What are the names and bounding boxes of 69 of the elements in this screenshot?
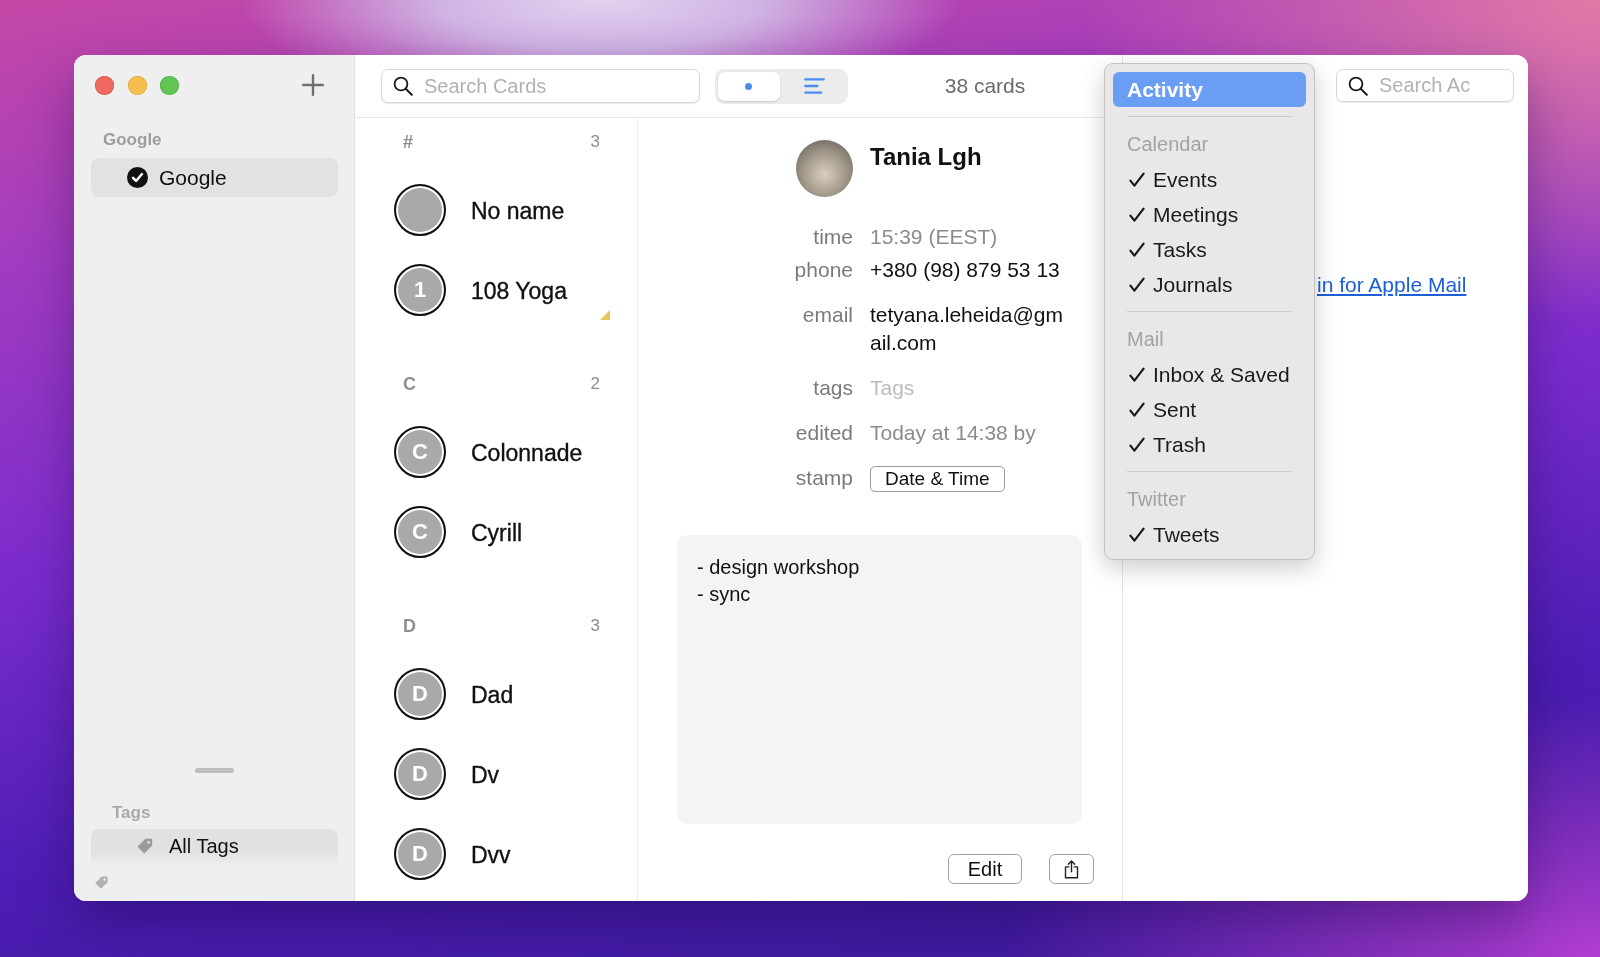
avatar: C — [394, 506, 446, 558]
contact-name[interactable]: Dad — [471, 681, 514, 709]
section-header: Tags — [112, 803, 151, 823]
menu-item[interactable]: Sent — [1113, 392, 1306, 427]
contact-title: Tania Lgh — [870, 142, 982, 172]
drag-handle[interactable] — [194, 768, 234, 773]
list-icon — [803, 78, 825, 94]
avatar: 1 — [394, 264, 446, 316]
photo-placeholder — [796, 140, 853, 197]
avatar: D — [394, 828, 446, 880]
notes-field[interactable]: - design workshop - sync — [677, 535, 1082, 825]
field-label: time — [812, 224, 853, 250]
field-label: tags — [812, 375, 853, 401]
field-label: email — [801, 302, 853, 328]
field-value: tetyana.leheida@gmail.com — [870, 303, 1063, 354]
avatar: D — [394, 748, 446, 800]
view-toggle[interactable] — [718, 71, 780, 101]
contact-name[interactable]: Dvv — [471, 841, 511, 869]
section-letter: C — [403, 373, 416, 395]
field-value: +380 (98) 879 53 13 — [870, 258, 1060, 281]
section-letter: D — [403, 615, 416, 637]
contact-name[interactable]: 108 Yoga — [471, 277, 567, 305]
share-icon — [1064, 859, 1079, 879]
mail-link[interactable]: in for Apple Mail — [1317, 272, 1467, 298]
section-letter: # — [403, 131, 413, 153]
avatar-icon — [394, 184, 446, 236]
menu-item[interactable]: Tasks — [1113, 232, 1306, 267]
field-value: Today at 14:38 by — [870, 421, 1036, 444]
section-count: 2 — [590, 374, 600, 394]
field-label: stamp — [794, 465, 853, 491]
avatar: C — [394, 426, 446, 478]
menu-item[interactable]: Journals — [1113, 267, 1306, 302]
sidebar-item[interactable]: Google — [91, 158, 338, 197]
contact-name[interactable]: Colonnade — [471, 439, 583, 467]
sidebar-item[interactable]: All Tags — [91, 829, 338, 863]
section-count: 3 — [590, 132, 600, 152]
card-count: 38 cards — [944, 74, 1026, 98]
menu-item[interactable]: Tweets — [1113, 517, 1306, 552]
menu-section-title: Mail — [1126, 327, 1165, 352]
menu-item[interactable]: Meetings — [1113, 197, 1306, 232]
field-label: edited — [794, 420, 853, 446]
stamp-button[interactable]: Date & Time — [870, 466, 1005, 493]
contact-name[interactable]: Dv — [471, 761, 500, 789]
section-count: 3 — [590, 616, 600, 636]
dot-icon — [745, 82, 753, 90]
minimize-button[interactable] — [127, 75, 147, 95]
search-field[interactable]: Search Ac — [1336, 69, 1514, 102]
tags-field[interactable]: Tags — [870, 374, 990, 402]
search-field[interactable]: Search Cards — [381, 69, 700, 103]
close-button[interactable] — [95, 75, 114, 95]
contact-name[interactable]: Cyrill — [471, 519, 523, 547]
zoom-button[interactable] — [160, 75, 179, 95]
search-icon — [393, 76, 413, 96]
tag-icon — [136, 837, 154, 855]
section-header: Google — [103, 129, 162, 151]
avatar: D — [394, 668, 446, 720]
field-label: phone — [793, 257, 853, 283]
edit-button[interactable]: Edit — [948, 854, 1022, 884]
menu-item[interactable]: Trash — [1113, 427, 1306, 462]
menu-section-title: Calendar — [1126, 132, 1210, 157]
search-icon — [1348, 76, 1368, 96]
menu-item[interactable]: Inbox & Saved — [1113, 357, 1306, 392]
tag-icon[interactable] — [94, 874, 109, 890]
menu-item[interactable]: Events — [1113, 162, 1306, 197]
contact-name[interactable]: No name — [471, 197, 565, 225]
share-button[interactable] — [1049, 854, 1094, 884]
field-value: 15:39 (EEST) — [870, 225, 998, 248]
menu-section-title: Twitter — [1126, 487, 1187, 512]
plus-icon[interactable] — [302, 74, 324, 96]
